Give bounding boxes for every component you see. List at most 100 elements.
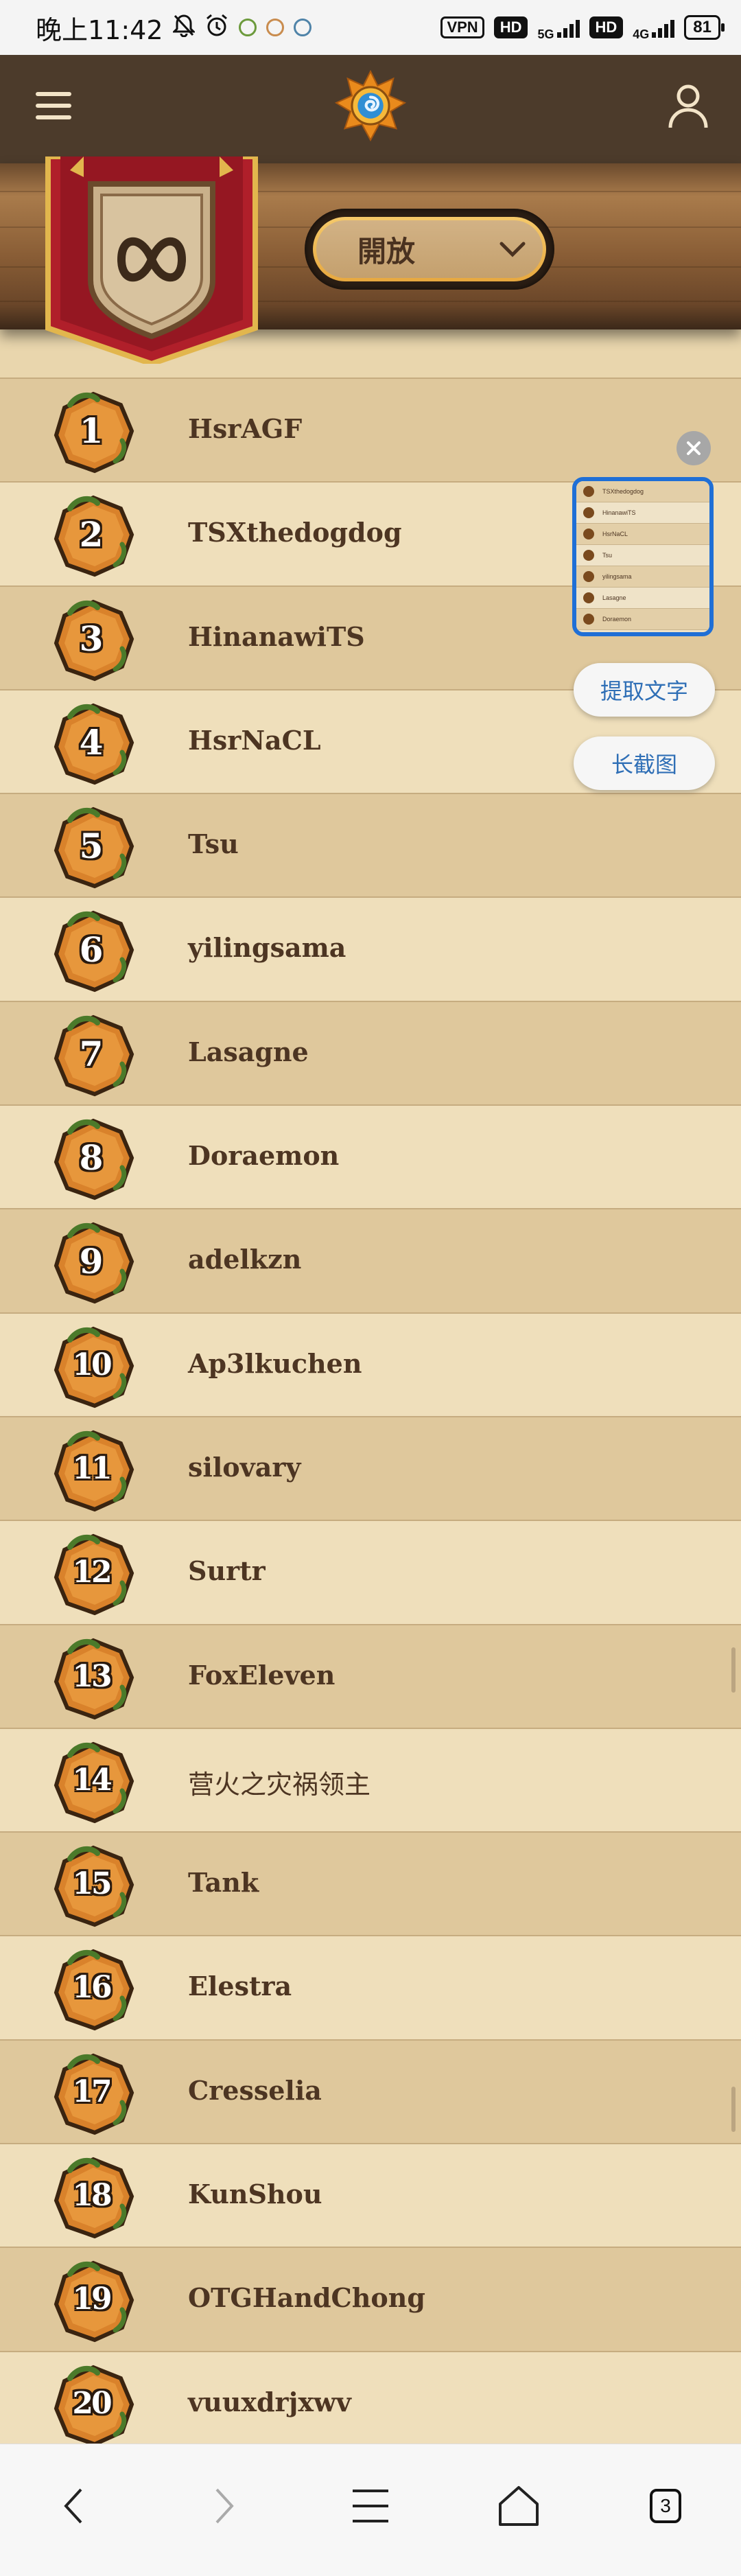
status-bar: 晚上11:42 VPN HD 5G HD 4G 81 xyxy=(0,0,741,55)
player-name: HinanawiTS xyxy=(188,620,365,652)
rank-badge-icon xyxy=(583,507,594,518)
rank-badge-icon: 1 xyxy=(49,390,137,475)
menu-lines-icon xyxy=(353,2490,388,2522)
leaderboard-row[interactable]: 9 adelkzn xyxy=(0,1208,741,1312)
home-icon xyxy=(499,2486,539,2526)
home-button[interactable] xyxy=(484,2472,553,2540)
player-name: KunShou xyxy=(188,2179,322,2210)
battery-indicator: 81 xyxy=(684,15,725,40)
thumbnail-text: HinanawiTS xyxy=(602,509,636,516)
rank-badge-icon: 13 xyxy=(49,1636,137,1721)
rank-number: 18 xyxy=(72,2178,112,2214)
app-notification-icon xyxy=(238,19,257,36)
thumbnail-text: yilingsama xyxy=(602,573,632,580)
player-name: vuuxdrjxwv xyxy=(188,2386,351,2417)
rank-number: 10 xyxy=(72,1347,112,1382)
rank-badge-icon: 17 xyxy=(49,2052,137,2137)
rank-badge-icon: 3 xyxy=(49,598,137,683)
dropdown-selected-value: 開放 xyxy=(357,234,416,268)
player-name: Tsu xyxy=(188,828,239,860)
rank-number: 7 xyxy=(79,1033,104,1074)
scrollbar-thumb[interactable] xyxy=(731,2087,736,2132)
close-icon xyxy=(687,441,701,455)
rank-number: 19 xyxy=(72,2282,112,2317)
rank-number: 20 xyxy=(72,2385,112,2421)
signal-icon xyxy=(652,17,675,38)
thumbnail-row: TSXthedogdog xyxy=(576,481,709,502)
leaderboard-row[interactable]: 17 Cresselia xyxy=(0,2039,741,2144)
rank-number: 6 xyxy=(79,929,104,971)
leaderboard-row[interactable]: 8 Doraemon xyxy=(0,1104,741,1209)
close-preview-button[interactable] xyxy=(677,431,711,465)
player-name: Tank xyxy=(188,1867,259,1899)
player-name: Elestra xyxy=(188,1971,292,2002)
rank-badge-icon: 11 xyxy=(49,1428,137,1513)
rank-number: 16 xyxy=(72,1970,112,2006)
rank-badge-icon xyxy=(583,592,594,603)
chevron-right-icon xyxy=(215,2488,234,2524)
player-name: Ap3lkuchen xyxy=(188,1347,362,1379)
leaderboard-row[interactable]: 18 KunShou xyxy=(0,2143,741,2247)
leaderboard-row[interactable]: 10 Ap3lkuchen xyxy=(0,1312,741,1416)
thumbnail-text: TSXthedogdog xyxy=(602,488,644,495)
rank-badge-icon xyxy=(583,529,594,539)
rank-badge-icon xyxy=(583,486,594,497)
rank-number: 17 xyxy=(72,2074,112,2109)
menu-button[interactable] xyxy=(336,2472,405,2540)
back-button[interactable] xyxy=(40,2472,108,2540)
leaderboard-row[interactable]: 14 营火之灾祸领主 xyxy=(0,1727,741,1832)
forward-button[interactable] xyxy=(189,2472,258,2540)
leaderboard-row[interactable]: 6 yilingsama xyxy=(0,896,741,1001)
rank-number: 15 xyxy=(72,1866,112,1902)
rank-badge-icon xyxy=(583,571,594,582)
scrollbar-thumb[interactable] xyxy=(731,1647,736,1693)
network-type: 5G xyxy=(537,27,554,41)
player-name: Lasagne xyxy=(188,1036,309,1067)
rank-number: 9 xyxy=(79,1241,104,1282)
rank-badge-icon: 9 xyxy=(49,1220,137,1306)
rank-number: 13 xyxy=(72,1658,112,1694)
bell-muted-icon xyxy=(171,14,196,41)
hearthstone-logo-icon[interactable] xyxy=(335,70,406,141)
rank-badge-icon: 4 xyxy=(49,701,137,787)
leaderboard-row[interactable]: 13 FoxEleven xyxy=(0,1623,741,1728)
extract-text-button[interactable]: 提取文字 xyxy=(574,663,715,717)
rank-number: 1 xyxy=(79,410,104,451)
rank-badge-icon: 8 xyxy=(49,1117,137,1202)
player-name: yilingsama xyxy=(188,932,346,964)
leaderboard-row[interactable]: 19 OTGHandChong xyxy=(0,2247,741,2351)
long-screenshot-button[interactable]: 长截图 xyxy=(574,736,715,790)
browser-bottom-nav: 3 xyxy=(0,2444,741,2576)
leaderboard-row[interactable]: 20 vuuxdrjxwv xyxy=(0,2350,741,2455)
rank-badge-icon: 7 xyxy=(49,1013,137,1098)
player-name: FoxEleven xyxy=(188,1659,336,1691)
leaderboard-row[interactable]: 1 HsrAGF xyxy=(0,378,741,482)
player-name: Surtr xyxy=(188,1555,266,1587)
leaderboard-row[interactable]: 15 Tank xyxy=(0,1831,741,1936)
tabs-button[interactable]: 3 xyxy=(631,2472,700,2540)
leaderboard-row[interactable]: 11 silovary xyxy=(0,1415,741,1520)
mode-dropdown[interactable]: 開放 xyxy=(305,209,554,290)
alarm-icon xyxy=(204,13,229,42)
leaderboard-row[interactable]: 16 Elestra xyxy=(0,1935,741,2039)
rank-badge-icon: 19 xyxy=(49,2259,137,2344)
hamburger-menu-icon[interactable] xyxy=(36,92,71,119)
thumbnail-row: HsrNaCL xyxy=(576,524,709,545)
user-account-icon[interactable] xyxy=(667,82,709,130)
rank-number: 12 xyxy=(72,1555,112,1590)
rank-badge-icon: 6 xyxy=(49,909,137,994)
top-navigation xyxy=(0,55,741,165)
leaderboard-row[interactable]: 5 Tsu xyxy=(0,793,741,897)
screenshot-thumbnail[interactable]: TSXthedogdog HinanawiTS HsrNaCL Tsu yilingsa… xyxy=(572,477,714,636)
player-name: TSXthedogdog xyxy=(188,517,402,548)
thumbnail-row: yilingsama xyxy=(576,566,709,588)
player-name: Doraemon xyxy=(188,1140,340,1172)
clock: 晚上11:42 xyxy=(36,14,163,45)
rank-number: 14 xyxy=(72,1762,112,1798)
leaderboard-row[interactable]: 7 Lasagne xyxy=(0,1000,741,1105)
chevron-left-icon xyxy=(64,2488,82,2524)
mode-emblem-banner xyxy=(45,156,258,364)
rank-badge-icon: 20 xyxy=(49,2363,137,2448)
player-name: silovary xyxy=(188,1451,301,1483)
leaderboard-row[interactable]: 12 Surtr xyxy=(0,1520,741,1624)
